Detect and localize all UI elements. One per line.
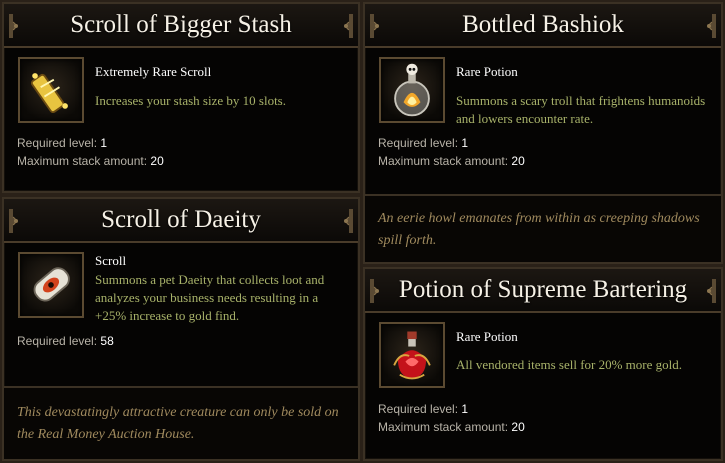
required-level: Required level: 1 <box>378 136 468 150</box>
flourish-ornament <box>341 207 355 235</box>
card-header: Scroll of Bigger Stash <box>4 4 358 48</box>
item-description: Summons a scary troll that frightens hum… <box>456 93 706 126</box>
golden-scroll-icon <box>18 57 84 123</box>
flourish-ornament <box>704 12 718 40</box>
flourish-ornament <box>7 207 21 235</box>
stat-value: 1 <box>100 136 108 150</box>
item-card-bigger-stash: Scroll of Bigger Stash Extremely Rare Sc… <box>2 2 360 193</box>
flourish-ornament <box>341 12 355 40</box>
item-description: All vendored items sell for 20% more gol… <box>456 357 683 372</box>
eye-scroll-icon <box>18 252 84 318</box>
stat-label: Required level: <box>378 402 459 416</box>
flourish-ornament <box>7 12 21 40</box>
item-title: Bottled Bashiok <box>462 11 624 38</box>
item-type: Rare Potion <box>456 64 518 79</box>
flourish-ornament <box>368 277 382 305</box>
stat-label: Maximum stack amount: <box>378 154 509 168</box>
item-title: Scroll of Daeity <box>101 206 261 233</box>
stat-label: Maximum stack amount: <box>378 420 509 434</box>
item-card-daeity: Scroll of Daeity Scroll Summons a pet Da… <box>2 197 360 461</box>
stat-label: Required level: <box>378 136 459 150</box>
card-header: Scroll of Daeity <box>4 199 358 243</box>
stat-label: Required level: <box>17 136 98 150</box>
flavor-text: An eerie howl emanates from within as cr… <box>378 211 700 248</box>
stat-value: 20 <box>150 154 164 168</box>
stat-label: Required level: <box>17 334 98 348</box>
flourish-ornament <box>704 277 718 305</box>
card-header: Potion of Supreme Bartering <box>365 269 721 313</box>
stat-value: 58 <box>100 334 114 348</box>
stat-value: 1 <box>461 136 469 150</box>
max-stack-amount: Maximum stack amount: 20 <box>17 154 164 168</box>
card-header: Bottled Bashiok <box>365 4 721 48</box>
red-potion-icon <box>379 322 445 388</box>
flavor-section: This devastatingly attractive creature c… <box>4 386 358 459</box>
flavor-text: This devastatingly attractive creature c… <box>17 405 339 442</box>
item-type: Scroll <box>95 253 127 268</box>
stat-value: 20 <box>511 154 525 168</box>
stat-value: 1 <box>461 402 469 416</box>
skull-bottle-icon <box>379 57 445 123</box>
stat-label: Maximum stack amount: <box>17 154 148 168</box>
item-card-supreme-bartering: Potion of Supreme Bartering Rare Potion … <box>363 267 723 461</box>
max-stack-amount: Maximum stack amount: 20 <box>378 420 525 434</box>
item-card-bottled-bashiok: Bottled Bashiok Rare Potion Summons a sc… <box>363 2 723 264</box>
flourish-ornament <box>368 12 382 40</box>
item-description: Summons a pet Daeity that collects loot … <box>95 272 325 323</box>
item-title: Scroll of Bigger Stash <box>70 11 292 38</box>
required-level: Required level: 1 <box>378 402 468 416</box>
stat-value: 20 <box>511 420 525 434</box>
required-level: Required level: 58 <box>17 334 114 348</box>
required-level: Required level: 1 <box>17 136 107 150</box>
item-type: Extremely Rare Scroll <box>95 64 212 79</box>
max-stack-amount: Maximum stack amount: 20 <box>378 154 525 168</box>
item-description: Increases your stash size by 10 slots. <box>95 93 286 108</box>
item-type: Rare Potion <box>456 329 518 344</box>
item-title: Potion of Supreme Bartering <box>398 276 688 303</box>
flavor-section: An eerie howl emanates from within as cr… <box>365 194 721 262</box>
